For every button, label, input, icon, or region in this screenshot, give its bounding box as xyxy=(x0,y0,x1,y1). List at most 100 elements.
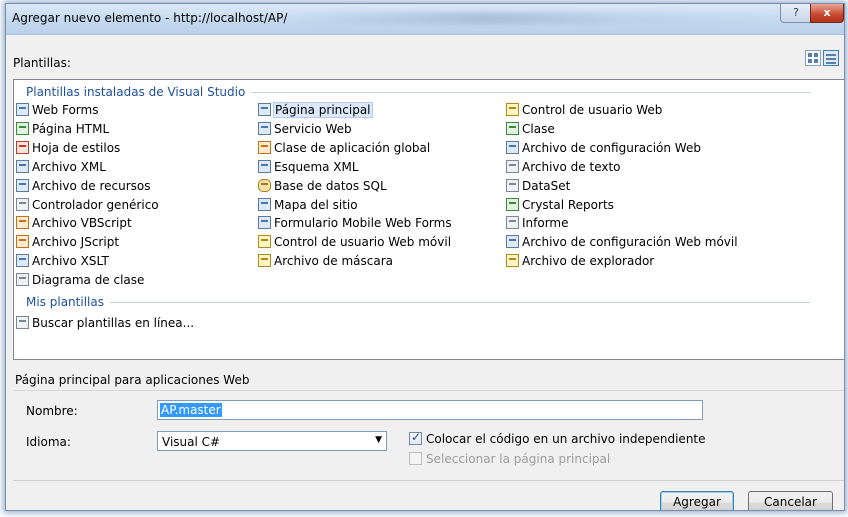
template-item[interactable]: Web Forms xyxy=(16,101,98,118)
code-separate-checkbox[interactable]: ✓ xyxy=(409,430,422,445)
template-item-label: Archivo de configuración Web xyxy=(522,140,701,155)
add-button[interactable]: Agregar xyxy=(660,491,734,510)
template-item[interactable]: Informe xyxy=(506,214,569,231)
name-label: Nombre: xyxy=(26,404,78,418)
template-item[interactable]: Clase de aplicación global xyxy=(258,139,430,156)
template-item[interactable]: Archivo XML xyxy=(16,158,106,175)
html-page-icon xyxy=(16,122,29,135)
class-icon xyxy=(506,122,519,135)
template-item[interactable]: Esquema XML xyxy=(258,158,359,175)
template-item[interactable]: Archivo de configuración Web móvil xyxy=(506,233,738,250)
template-item-label: DataSet xyxy=(522,178,571,193)
template-item[interactable]: Crystal Reports xyxy=(506,196,614,213)
template-item[interactable]: Control de usuario Web xyxy=(506,101,662,118)
template-item[interactable]: Archivo VBScript xyxy=(16,214,132,231)
close-button[interactable]: x xyxy=(810,4,844,23)
template-item-label: Servicio Web xyxy=(274,121,352,136)
template-item-label: Crystal Reports xyxy=(522,197,614,212)
vbscript-icon xyxy=(16,216,29,229)
xml-file-icon xyxy=(16,160,29,173)
crystal-reports-icon xyxy=(506,198,519,211)
stylesheet-icon xyxy=(16,141,29,154)
template-item-label: Base de datos SQL xyxy=(274,178,387,193)
templates-label: Plantillas: xyxy=(13,56,71,70)
template-item-label: Página HTML xyxy=(32,121,110,136)
template-item-label: Esquema XML xyxy=(274,159,359,174)
template-item-label: Diagrama de clase xyxy=(32,272,145,287)
mobile-user-control-icon xyxy=(258,235,271,248)
blurred-background-title xyxy=(296,12,766,24)
web-service-icon xyxy=(258,122,271,135)
title-bar[interactable]: Agregar nuevo elemento - http://localhos… xyxy=(6,4,844,35)
template-item-label: Archivo de texto xyxy=(522,159,621,174)
template-item-label: Control de usuario Web xyxy=(522,102,663,117)
template-item-label: Página principal xyxy=(273,101,373,118)
language-label: Idioma: xyxy=(26,435,71,449)
template-item[interactable]: Hoja de estilos xyxy=(16,139,120,156)
template-item[interactable]: Diagrama de clase xyxy=(16,271,144,288)
template-item[interactable]: Archivo de configuración Web xyxy=(506,139,701,156)
template-item[interactable]: DataSet xyxy=(506,177,570,194)
online-templates-icon xyxy=(16,316,29,329)
template-item[interactable]: Archivo de máscara xyxy=(258,252,393,269)
template-item[interactable]: Archivo de recursos xyxy=(16,177,151,194)
template-item[interactable]: Página principal xyxy=(258,101,373,118)
template-item[interactable]: Archivo JScript xyxy=(16,233,119,250)
window-title: Agregar nuevo elemento - http://localhos… xyxy=(12,11,288,25)
template-item[interactable]: Página HTML xyxy=(16,120,109,137)
dropdown-arrow-icon: ▼ xyxy=(375,435,382,445)
separator xyxy=(13,480,844,481)
generic-handler-icon xyxy=(16,198,29,211)
small-icons-view-icon[interactable] xyxy=(823,50,839,66)
template-description: Página principal para aplicaciones Web xyxy=(13,370,844,391)
dataset-icon xyxy=(506,179,519,192)
template-item[interactable]: Archivo de explorador xyxy=(506,252,654,269)
xml-schema-icon xyxy=(258,160,271,173)
template-item[interactable]: Formulario Mobile Web Forms xyxy=(258,214,452,231)
template-item[interactable]: Archivo de texto xyxy=(506,158,621,175)
cancel-button[interactable]: Cancelar xyxy=(748,491,833,510)
template-item-label: Formulario Mobile Web Forms xyxy=(274,215,452,230)
template-item-label: Archivo JScript xyxy=(32,234,120,249)
name-input-value: AP.master xyxy=(160,403,222,417)
template-item-label: Clase de aplicación global xyxy=(274,140,431,155)
master-page-icon xyxy=(258,103,271,116)
templates-list[interactable]: Plantillas instaladas de Visual Studio M… xyxy=(13,79,844,360)
template-item-label: Archivo de configuración Web móvil xyxy=(522,234,738,249)
template-item[interactable]: Servicio Web xyxy=(258,120,352,137)
template-item-label: Informe xyxy=(522,215,569,230)
template-item-label: Archivo de máscara xyxy=(274,253,394,268)
group-header-installed: Plantillas instaladas de Visual Studio xyxy=(26,85,812,99)
language-select[interactable]: Visual C# ▼ xyxy=(157,431,387,451)
template-item-label: Clase xyxy=(522,121,555,136)
template-item-label: Archivo de recursos xyxy=(32,178,151,193)
template-item[interactable]: Clase xyxy=(506,120,555,137)
template-item[interactable]: Base de datos SQL xyxy=(258,177,387,194)
select-master-checkbox[interactable] xyxy=(409,452,422,465)
template-item[interactable]: Archivo XSLT xyxy=(16,252,109,269)
site-map-icon xyxy=(258,198,271,211)
group-header-my-templates: Mis plantillas xyxy=(26,295,810,309)
template-item-label: Hoja de estilos xyxy=(32,140,121,155)
class-diagram-icon xyxy=(16,273,29,286)
select-master-label[interactable]: Seleccionar la página principal xyxy=(426,452,610,466)
template-item[interactable]: Controlador genérico xyxy=(16,196,159,213)
global-class-icon xyxy=(258,141,271,154)
code-separate-label[interactable]: Colocar el código en un archivo independ… xyxy=(426,432,706,446)
template-item-label: Archivo XSLT xyxy=(32,253,109,268)
report-icon xyxy=(506,216,519,229)
jscript-icon xyxy=(16,235,29,248)
template-item-label: Controlador genérico xyxy=(32,197,159,212)
template-item[interactable]: Control de usuario Web móvil xyxy=(258,233,451,250)
name-input[interactable]: AP.master xyxy=(157,400,703,420)
template-item-label: Archivo VBScript xyxy=(32,215,132,230)
template-item-online-search[interactable]: Buscar plantillas en línea... xyxy=(16,314,194,331)
browser-file-icon xyxy=(506,254,519,267)
template-item-label: Archivo XML xyxy=(32,159,106,174)
resource-file-icon xyxy=(16,179,29,192)
large-icons-view-icon[interactable] xyxy=(805,50,821,66)
sql-database-icon xyxy=(258,179,271,192)
template-item-label: Buscar plantillas en línea... xyxy=(32,315,195,330)
template-item[interactable]: Mapa del sitio xyxy=(258,196,358,213)
help-button[interactable]: ? xyxy=(780,4,812,23)
